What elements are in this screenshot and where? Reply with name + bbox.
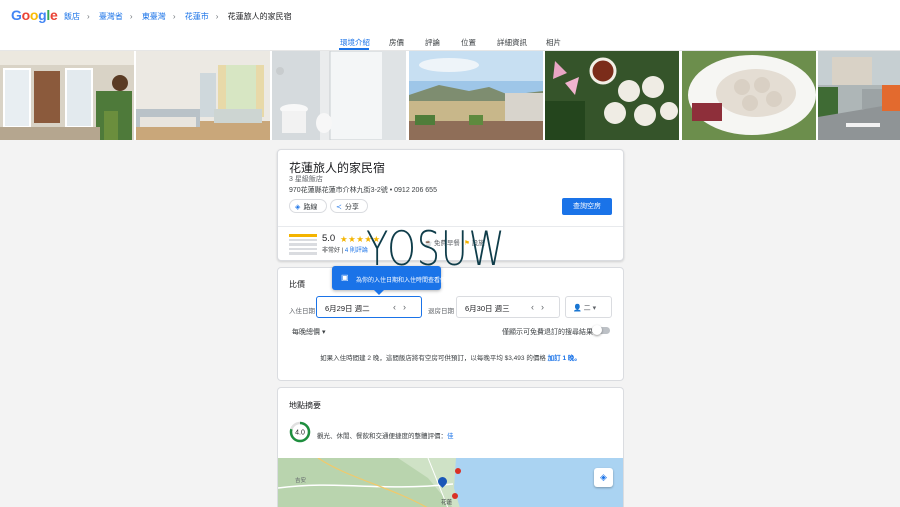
photo-gallery	[0, 51, 900, 140]
location-rating-link[interactable]: 佳	[447, 433, 454, 440]
calendar-icon: ▣	[341, 273, 349, 282]
share-button[interactable]: ≺ 分享	[330, 199, 368, 213]
availability-notice: 如果入住時間建 2 晚，這間飯店將有空房可供預訂，以每晚平均 $3,493 的價…	[278, 352, 623, 362]
rating-score: 5.0	[322, 233, 336, 244]
location-score-ring: 4.0	[289, 421, 311, 443]
date-nav-arrows-icon[interactable]: ‹›	[393, 302, 413, 312]
checkout-date-value: 6月30日 週三	[465, 304, 510, 313]
directions-button[interactable]: ◈ 路線	[289, 199, 327, 213]
tooltip-arrow	[374, 290, 384, 295]
active-tab-indicator	[339, 48, 369, 50]
breadcrumb-region[interactable]: 東臺灣	[142, 12, 166, 21]
share-label: 分享	[344, 204, 359, 211]
tooltip-text: 為你的入住日期和入住時間查看價格	[356, 278, 453, 284]
checkin-date-field[interactable]: 6月29日 週二 ‹›	[316, 296, 422, 318]
terrace-view-photo[interactable]	[409, 51, 543, 140]
tab-location[interactable]: 位置	[461, 37, 476, 48]
location-description: 觀光、休閒、餐飲和交通便捷度的整體評價：佳	[317, 430, 454, 440]
dumpling-photo[interactable]	[682, 51, 816, 140]
top-bar: Google 飯店 › 臺灣省 › 東臺灣 › 花蓮市 › 花蓮旅人的家民宿	[0, 0, 900, 33]
chevron-right-icon: ›	[215, 12, 219, 21]
section-tabs: 環境介紹 房價 評論 位置 詳細資訊 相片	[0, 32, 900, 51]
guests-value: 二	[583, 305, 591, 312]
tab-details[interactable]: 詳細資訊	[497, 37, 527, 48]
toggle-knob	[592, 325, 602, 335]
recenter-map-icon[interactable]: ◈	[594, 468, 613, 487]
guests-selector[interactable]: 👤 二 ▾	[565, 296, 612, 318]
person-icon: 👤	[573, 305, 582, 312]
poi-marker-icon[interactable]	[452, 493, 458, 499]
add-night-link[interactable]: 加訂 1 晚。	[548, 355, 581, 362]
reviews-link[interactable]: 4 則評論	[345, 248, 368, 254]
rating-histogram	[289, 234, 317, 257]
free-cancellation-toggle[interactable]	[592, 325, 610, 335]
breadcrumb-city[interactable]: 花蓮市	[185, 12, 209, 21]
entrance-photo[interactable]	[0, 51, 134, 140]
map-label-hualien: 花蓮	[441, 500, 453, 506]
rating-label: 非常好 | 4 則評論	[322, 248, 368, 254]
price-section-title: 比價	[289, 280, 305, 289]
checkout-label: 退房日期	[428, 308, 454, 315]
tab-photos[interactable]: 相片	[546, 37, 561, 48]
bedroom-photo[interactable]	[136, 51, 270, 140]
google-logo[interactable]: Google	[11, 7, 58, 23]
tab-reviews[interactable]: 評論	[425, 37, 440, 48]
directions-icon: ◈	[295, 204, 301, 211]
share-icon: ≺	[336, 204, 342, 211]
price-comparison-card: 比價 入住日期 6月29日 週二 ‹› 退房日期 6月30日 週三 ‹› 👤 二…	[277, 267, 624, 381]
checkout-date-field[interactable]: 6月30日 週三 ‹›	[456, 296, 560, 318]
street-photo[interactable]	[818, 51, 900, 140]
location-section-title: 地點摘要	[289, 401, 321, 410]
chevron-right-icon: ›	[129, 12, 133, 21]
tab-prices[interactable]: 房價	[389, 37, 404, 48]
availability-notice-text: 如果入住時間建 2 晚，這間飯店將有空房可供預訂，以每晚平均 $3,493 的價…	[320, 355, 546, 362]
location-description-text: 觀光、休閒、餐飲和交通便捷度的整體評價：	[317, 433, 447, 440]
breadcrumb-province[interactable]: 臺灣省	[99, 12, 123, 21]
check-availability-button[interactable]: 查詢空房	[562, 198, 612, 215]
tab-overview[interactable]: 環境介紹	[340, 37, 370, 48]
breadcrumb-current: 花蓮旅人的家民宿	[227, 12, 292, 21]
location-map[interactable]: 吉安 花蓮 ◈	[278, 457, 623, 507]
hotel-class: 3 星級飯店	[289, 176, 323, 183]
rating-word: 非常好	[322, 248, 341, 254]
breadcrumb-hotels[interactable]: 飯店	[64, 12, 80, 21]
checkin-label: 入住日期	[289, 308, 315, 315]
free-cancellation-label: 僅顯示可免費退訂的搜尋結果	[502, 329, 593, 336]
map-label-jian: 吉安	[295, 478, 307, 484]
date-nav-arrows-icon[interactable]: ‹›	[531, 302, 551, 312]
chevron-right-icon: ›	[87, 12, 90, 21]
directions-label: 路線	[303, 204, 318, 211]
bathroom-photo[interactable]	[272, 51, 406, 140]
checkin-date-value: 6月29日 週二	[325, 304, 370, 313]
breadcrumb: 飯店 › 臺灣省 › 東臺灣 › 花蓮市 › 花蓮旅人的家民宿	[64, 11, 299, 22]
chevron-down-icon: ▾	[592, 305, 597, 312]
location-score: 4.0	[295, 430, 305, 437]
price-mode-dropdown[interactable]: 每晚總價 ▾	[292, 327, 325, 337]
poi-marker-icon[interactable]	[455, 468, 461, 474]
dessert-photo[interactable]	[545, 51, 679, 140]
date-tooltip: ▣ 為你的入住日期和入住時間查看價格	[332, 266, 452, 290]
score-ring-icon: 4.0	[289, 421, 311, 443]
chevron-right-icon: ›	[172, 12, 176, 21]
hotel-address: 970花蓮縣花蓮市介林九街3-2號 • 0912 206 655	[289, 187, 437, 194]
location-summary-card: 地點摘要 4.0 觀光、休閒、餐飲和交通便捷度的整體評價：佳 吉安 花蓮 ◈	[277, 387, 624, 507]
